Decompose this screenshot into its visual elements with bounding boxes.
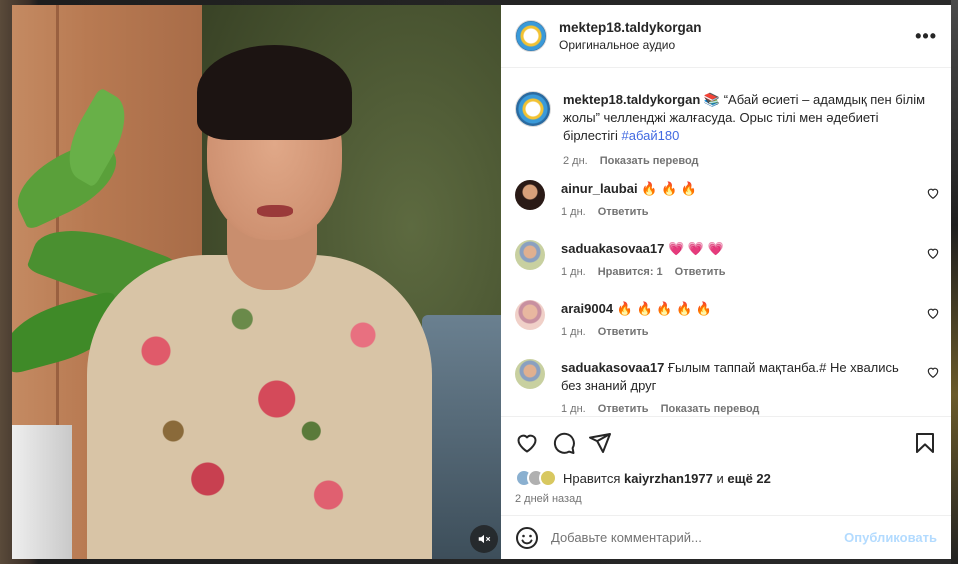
comment-item: arai9004 🔥 🔥 🔥 🔥 🔥 1 дн. Ответить bbox=[515, 300, 940, 338]
caption-hashtag[interactable]: #абай180 bbox=[622, 128, 680, 143]
video-player[interactable] bbox=[12, 5, 501, 559]
comment-text: 🔥 🔥 🔥 bbox=[637, 181, 697, 196]
likes-user[interactable]: kaiyrzhan1977 bbox=[624, 471, 713, 486]
commenter-avatar[interactable] bbox=[515, 240, 545, 270]
post-header: mektep18.taldykorgan Оригинальное аудио … bbox=[501, 5, 951, 68]
reply-button[interactable]: Ответить bbox=[598, 206, 649, 218]
publish-button[interactable]: Опубликовать bbox=[844, 530, 937, 545]
caption-username[interactable]: mektep18.taldykorgan bbox=[563, 92, 700, 107]
comment-username[interactable]: ainur_laubai bbox=[561, 181, 638, 196]
mute-button[interactable] bbox=[470, 525, 498, 553]
caption-age[interactable]: 2 дн. bbox=[563, 155, 588, 167]
comment-translate-button[interactable]: Показать перевод bbox=[661, 403, 760, 415]
comment-username[interactable]: arai9004 bbox=[561, 301, 613, 316]
commenter-avatar[interactable] bbox=[515, 180, 545, 210]
comment-input[interactable] bbox=[551, 530, 845, 545]
speaker-muted-icon bbox=[478, 534, 491, 544]
liker-avatar bbox=[539, 469, 557, 487]
like-comment-heart-icon[interactable] bbox=[926, 246, 940, 260]
reply-button[interactable]: Ответить bbox=[675, 266, 726, 278]
comments-list[interactable]: mektep18.taldykorgan 📚 “Абай өсиеті – ад… bbox=[501, 69, 951, 417]
comment-username[interactable]: saduakasovaa17 bbox=[561, 360, 664, 375]
more-options-icon[interactable]: ••• bbox=[915, 26, 937, 47]
video-chair bbox=[422, 315, 501, 559]
caption: mektep18.taldykorgan 📚 “Абай өсиеті – ад… bbox=[515, 91, 940, 167]
comment-bubble-icon[interactable] bbox=[552, 431, 576, 455]
video-plant-pot bbox=[12, 425, 72, 559]
commenter-avatar[interactable] bbox=[515, 300, 545, 330]
emoji-icon[interactable] bbox=[515, 526, 539, 550]
like-comment-heart-icon[interactable] bbox=[926, 186, 940, 200]
comment-item: saduakasovaa17 Ғылым таппай мақтанба.# Н… bbox=[515, 359, 940, 415]
post-panel: mektep18.taldykorgan Оригинальное аудио … bbox=[501, 5, 951, 559]
comment-item: ainur_laubai 🔥 🔥 🔥 1 дн. Ответить bbox=[515, 180, 940, 218]
comment-likes-count[interactable]: Нравится: 1 bbox=[598, 266, 663, 278]
caption-avatar[interactable] bbox=[515, 91, 551, 127]
comment-age[interactable]: 1 дн. bbox=[561, 326, 586, 338]
comment-item: saduakasovaa17 💗 💗 💗 1 дн. Нравится: 1 О… bbox=[515, 240, 940, 278]
like-heart-icon[interactable] bbox=[515, 431, 539, 455]
reply-button[interactable]: Ответить bbox=[598, 326, 649, 338]
like-comment-heart-icon[interactable] bbox=[926, 365, 940, 379]
add-comment-bar: Опубликовать bbox=[501, 515, 951, 559]
author-username[interactable]: mektep18.taldykorgan bbox=[559, 20, 915, 35]
backdrop-edge bbox=[951, 0, 958, 564]
comment-age[interactable]: 1 дн. bbox=[561, 403, 586, 415]
comment-age[interactable]: 1 дн. bbox=[561, 206, 586, 218]
comment-text: 💗 💗 💗 bbox=[664, 241, 724, 256]
caption-translate-button[interactable]: Показать перевод bbox=[600, 155, 699, 167]
likes-prefix: Нравится bbox=[563, 470, 624, 486]
share-paper-plane-icon[interactable] bbox=[588, 431, 612, 455]
video-hair bbox=[197, 45, 352, 140]
likes-middle: и bbox=[712, 470, 728, 486]
comment-username[interactable]: saduakasovaa17 bbox=[561, 241, 664, 256]
likes-summary[interactable]: Нравится kaiyrzhan1977 и ещё 22 bbox=[515, 469, 771, 487]
video-mouth bbox=[257, 205, 293, 217]
reply-button[interactable]: Ответить bbox=[598, 403, 649, 415]
comment-text: 🔥 🔥 🔥 🔥 🔥 bbox=[613, 301, 713, 316]
comment-age[interactable]: 1 дн. bbox=[561, 266, 586, 278]
video-floral-shirt bbox=[87, 255, 432, 559]
commenter-avatar[interactable] bbox=[515, 359, 545, 389]
author-avatar[interactable] bbox=[515, 20, 547, 52]
post-timestamp[interactable]: 2 дней назад bbox=[515, 493, 582, 505]
likes-rest[interactable]: ещё 22 bbox=[727, 471, 771, 486]
save-bookmark-icon[interactable] bbox=[913, 431, 937, 455]
audio-label[interactable]: Оригинальное аудио bbox=[559, 38, 915, 52]
like-comment-heart-icon[interactable] bbox=[926, 306, 940, 320]
